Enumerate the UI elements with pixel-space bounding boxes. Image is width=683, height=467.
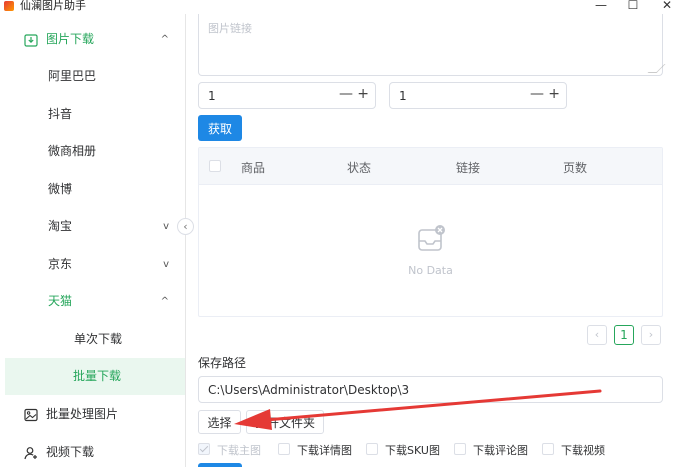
- sidebar-item-single-download[interactable]: 单次下载: [0, 321, 185, 358]
- select-folder-button[interactable]: 选择: [198, 410, 241, 434]
- sidebar-item-label: 京东: [48, 257, 73, 271]
- checkbox[interactable]: [366, 443, 378, 455]
- maximize-button[interactable]: ☐: [626, 0, 640, 12]
- sidebar-item-weishang-album[interactable]: 微商相册: [0, 133, 185, 170]
- sidebar-item-douyin[interactable]: 抖音: [0, 96, 185, 133]
- save-path-input[interactable]: [198, 376, 663, 403]
- empty-state-text: No Data: [408, 264, 453, 277]
- title-bar: 仙澜图片助手 — ☐ ✕: [0, 0, 683, 14]
- page-end-stepper[interactable]: 1 — +: [389, 82, 567, 109]
- sidebar-item-label: 微博: [48, 182, 73, 196]
- sidebar-item-jd[interactable]: 京东 v: [0, 246, 185, 283]
- image-link-textarea[interactable]: [198, 14, 663, 76]
- column-header-status: 状态: [347, 161, 372, 175]
- sidebar: 图片下载 ^ 阿里巴巴 抖音 微商相册 微博 淘宝 v 京东 v 天猫 ^ 单次…: [0, 14, 186, 467]
- option-label: 下载详情图: [297, 444, 352, 457]
- results-table: 商品 状态 链接 页数 No Data: [198, 147, 663, 317]
- page-start-stepper[interactable]: 1 — +: [198, 82, 376, 109]
- next-page-button[interactable]: ›: [641, 325, 661, 345]
- chevron-up-icon: ^: [160, 34, 169, 45]
- sidebar-item-taobao[interactable]: 淘宝 v: [0, 208, 185, 245]
- plus-icon[interactable]: +: [357, 86, 369, 102]
- option-label: 下载SKU图: [385, 444, 440, 457]
- minimize-button[interactable]: —: [594, 0, 608, 12]
- close-button[interactable]: ✕: [660, 0, 674, 12]
- stepper-value[interactable]: 1: [208, 89, 216, 103]
- empty-box-icon: [418, 225, 445, 251]
- chevron-down-icon: v: [163, 221, 169, 232]
- sidebar-item-label: 微商相册: [48, 144, 97, 158]
- user-video-icon: [24, 447, 37, 460]
- minus-icon[interactable]: —: [530, 86, 544, 102]
- checkbox[interactable]: [454, 443, 466, 455]
- sidebar-item-label: 视频下载: [46, 445, 95, 459]
- fetch-button[interactable]: 获取: [198, 115, 242, 141]
- chevron-down-icon: v: [163, 259, 169, 270]
- option-label: 下载视频: [561, 444, 605, 457]
- sidebar-item-label: 图片下载: [46, 32, 95, 46]
- column-header-link: 链接: [456, 161, 481, 175]
- option-label: 下载评论图: [473, 444, 528, 457]
- checkbox: [198, 443, 210, 455]
- start-download-button[interactable]: [198, 463, 242, 467]
- table-header: 商品 状态 链接 页数: [199, 148, 662, 185]
- sidebar-item-label: 天猫: [48, 294, 73, 308]
- minus-icon[interactable]: —: [339, 86, 353, 102]
- column-header-product: 商品: [241, 161, 266, 175]
- option-label: 下载主图: [217, 444, 261, 457]
- image-process-icon: [24, 408, 38, 422]
- save-path-label: 保存路径: [198, 356, 247, 370]
- download-image-icon: [24, 34, 38, 47]
- column-header-pages: 页数: [563, 161, 588, 175]
- window-title: 仙澜图片助手: [20, 0, 86, 12]
- current-page[interactable]: 1: [614, 325, 634, 345]
- prev-page-button[interactable]: ‹: [587, 325, 607, 345]
- chevron-up-icon: ^: [160, 296, 169, 307]
- sidebar-item-label: 抖音: [48, 107, 73, 121]
- sidebar-item-tmall[interactable]: 天猫 ^: [0, 283, 185, 320]
- select-all-checkbox[interactable]: [209, 160, 221, 172]
- sidebar-item-video-download[interactable]: 视频下载: [0, 434, 185, 467]
- sidebar-item-label: 批量下载: [73, 369, 122, 383]
- sidebar-item-weibo[interactable]: 微博: [0, 171, 185, 208]
- sidebar-item-batch-process-images[interactable]: 批量处理图片: [0, 396, 185, 433]
- sidebar-item-label: 阿里巴巴: [48, 69, 97, 83]
- checkbox[interactable]: [542, 443, 554, 455]
- checkbox[interactable]: [278, 443, 290, 455]
- sidebar-item-label: 批量处理图片: [46, 407, 119, 421]
- sidebar-item-alibaba[interactable]: 阿里巴巴: [0, 58, 185, 95]
- sidebar-item-label: 淘宝: [48, 219, 73, 233]
- stepper-value[interactable]: 1: [399, 89, 407, 103]
- sidebar-item-label: 单次下载: [74, 332, 123, 346]
- plus-icon[interactable]: +: [548, 86, 560, 102]
- sidebar-collapse-button[interactable]: ‹: [177, 218, 194, 235]
- sidebar-item-batch-download[interactable]: 批量下载: [5, 358, 185, 395]
- app-logo-icon: [4, 1, 14, 11]
- open-folder-button[interactable]: 打开文件夹: [246, 410, 324, 434]
- sidebar-item-image-download[interactable]: 图片下载 ^: [0, 21, 185, 58]
